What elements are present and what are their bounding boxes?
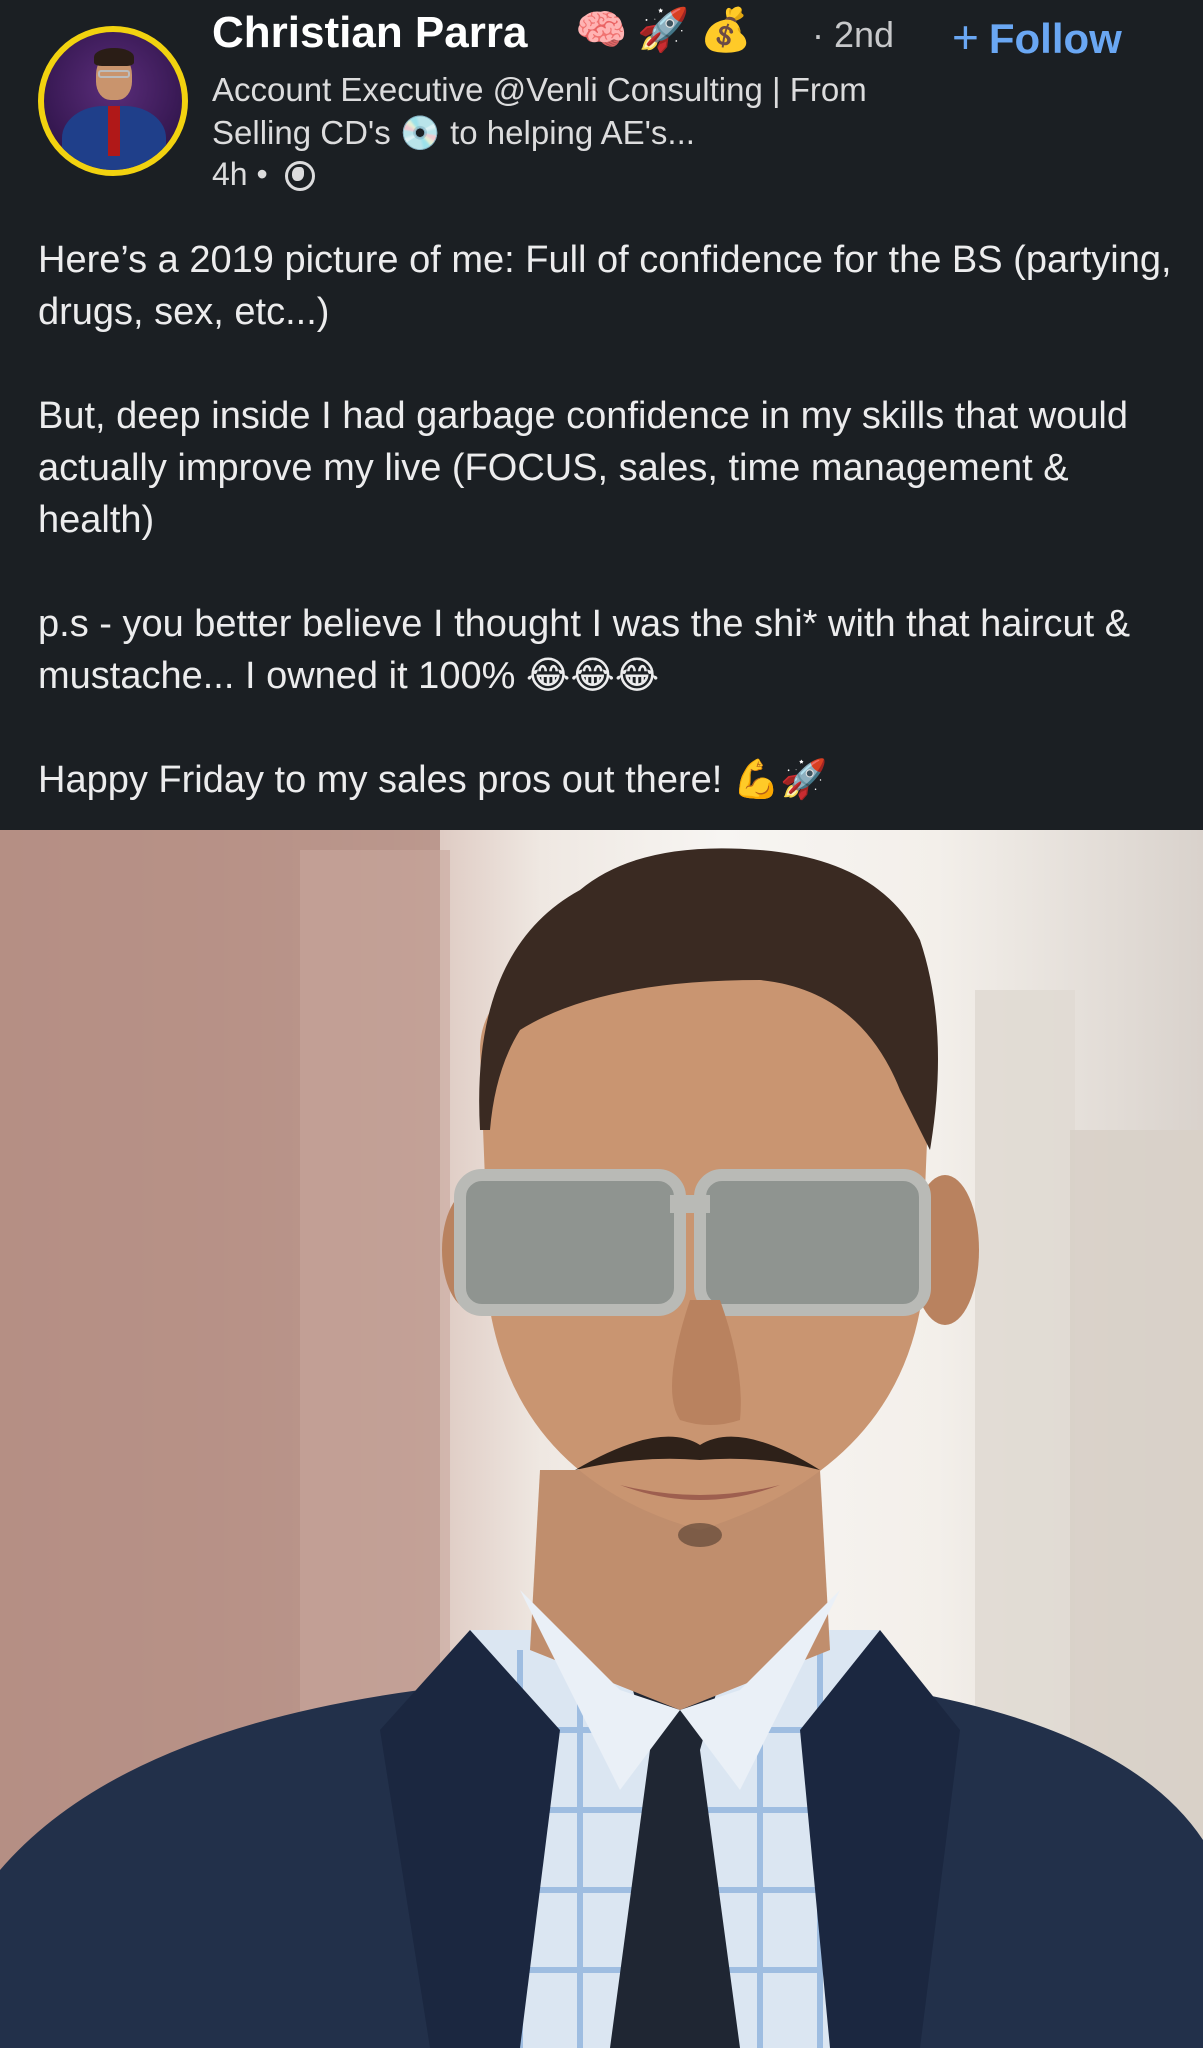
follow-label: Follow xyxy=(988,15,1122,62)
avatar-tie xyxy=(108,106,120,156)
author-badges: 🧠🚀💰 xyxy=(575,6,762,53)
globe-icon xyxy=(284,161,315,191)
post-paragraph: But, deep inside I had garbage confidenc… xyxy=(38,395,1128,541)
author-name[interactable]: Christian Parra xyxy=(212,8,527,58)
post-header: Christian Parra 🧠🚀💰 · 2nd + Follow Accoun… xyxy=(0,0,1203,210)
avatar-glasses xyxy=(98,70,130,78)
post-time: 4h • xyxy=(212,156,268,192)
follow-button[interactable]: + Follow xyxy=(952,10,1122,64)
connection-degree: · 2nd xyxy=(812,14,895,55)
post-paragraph: Here’s a 2019 picture of me: Full of con… xyxy=(38,239,1172,333)
post-paragraph: p.s - you better believe I thought I was… xyxy=(38,603,1131,697)
post-meta: 4h • xyxy=(212,156,315,193)
author-avatar[interactable] xyxy=(38,26,188,176)
glasses-bridge xyxy=(670,1195,710,1213)
left-lens xyxy=(454,1169,686,1316)
right-lens xyxy=(694,1169,931,1316)
post-paragraph: Happy Friday to my sales pros out there!… xyxy=(38,759,828,801)
portrait-photo xyxy=(0,830,1203,2048)
author-headline[interactable]: Account Executive @Venli Consulting | Fr… xyxy=(212,68,912,154)
post-body: Here’s a 2019 picture of me: Full of con… xyxy=(38,234,1178,806)
avatar-hair xyxy=(94,48,134,66)
feed-post: Christian Parra 🧠🚀💰 · 2nd + Follow Accoun… xyxy=(0,0,1203,2048)
post-image[interactable] xyxy=(0,830,1203,2048)
plus-icon: + xyxy=(952,11,979,63)
chin-beard xyxy=(678,1523,722,1547)
